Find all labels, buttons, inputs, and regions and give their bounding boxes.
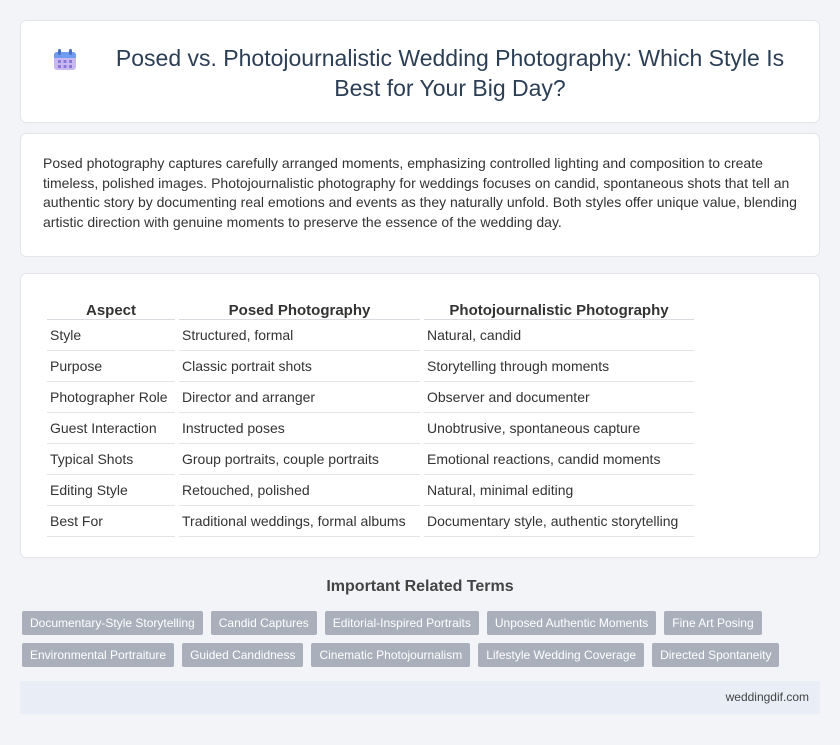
title-card: Posed vs. Photojournalistic Wedding Phot… — [20, 20, 820, 123]
cell-aspect: Style — [47, 320, 175, 351]
cell-posed: Classic portrait shots — [179, 351, 420, 382]
cell-aspect: Guest Interaction — [47, 413, 175, 444]
intro-card: Posed photography captures carefully arr… — [20, 133, 820, 257]
tag-row: Environmental Portraiture Guided Candidn… — [22, 643, 812, 667]
cell-posed: Structured, formal — [179, 320, 420, 351]
cell-posed: Director and arranger — [179, 382, 420, 413]
intro-paragraph: Posed photography captures carefully arr… — [43, 155, 797, 230]
header-photojournalistic: Photojournalistic Photography — [424, 296, 694, 320]
cell-posed: Instructed poses — [179, 413, 420, 444]
comparison-table: Aspect Posed Photography Photojournalist… — [43, 296, 698, 537]
cell-aspect: Purpose — [47, 351, 175, 382]
tag-environmental-portraiture[interactable]: Environmental Portraiture — [22, 643, 175, 667]
cell-posed: Retouched, polished — [179, 475, 420, 506]
tag-guided-candidness[interactable]: Guided Candidness — [182, 643, 304, 667]
table-row: Editing Style Retouched, polished Natura… — [47, 475, 694, 506]
tag-lifestyle-wedding-coverage[interactable]: Lifestyle Wedding Coverage — [478, 643, 645, 667]
header-aspect: Aspect — [47, 296, 175, 320]
comparison-card: Aspect Posed Photography Photojournalist… — [20, 273, 820, 558]
cell-photojournalistic: Storytelling through moments — [424, 351, 694, 382]
header-posed: Posed Photography — [179, 296, 420, 320]
table-row: Photographer Role Director and arranger … — [47, 382, 694, 413]
table-row: Typical Shots Group portraits, couple po… — [47, 444, 694, 475]
related-terms-tags: Documentary-Style Storytelling Candid Ca… — [22, 611, 812, 675]
related-terms-heading: Important Related Terms — [326, 578, 514, 595]
cell-aspect: Editing Style — [47, 475, 175, 506]
cell-photojournalistic: Natural, minimal editing — [424, 475, 694, 506]
tag-unposed-authentic-moments[interactable]: Unposed Authentic Moments — [486, 611, 657, 635]
footer-site-name[interactable]: weddingdif.com — [726, 690, 809, 704]
cell-photojournalistic: Observer and documenter — [424, 382, 694, 413]
footer: weddingdif.com — [20, 681, 820, 714]
table-row: Purpose Classic portrait shots Storytell… — [47, 351, 694, 382]
table-row: Guest Interaction Instructed poses Unobt… — [47, 413, 694, 444]
cell-posed: Group portraits, couple portraits — [179, 444, 420, 475]
page-title: Posed vs. Photojournalistic Wedding Phot… — [115, 45, 785, 101]
table-row: Style Structured, formal Natural, candid — [47, 320, 694, 351]
tag-editorial-inspired-portraits[interactable]: Editorial-Inspired Portraits — [324, 611, 479, 635]
tag-fine-art-posing[interactable]: Fine Art Posing — [664, 611, 762, 635]
tag-documentary-style-storytelling[interactable]: Documentary-Style Storytelling — [22, 611, 203, 635]
table-header-row: Aspect Posed Photography Photojournalist… — [47, 296, 694, 320]
cell-photojournalistic: Unobtrusive, spontaneous capture — [424, 413, 694, 444]
cell-aspect: Typical Shots — [47, 444, 175, 475]
tag-candid-captures[interactable]: Candid Captures — [210, 611, 317, 635]
tag-directed-spontaneity[interactable]: Directed Spontaneity — [652, 643, 780, 667]
table-row: Best For Traditional weddings, formal al… — [47, 506, 694, 537]
tag-row: Documentary-Style Storytelling Candid Ca… — [22, 611, 812, 635]
cell-aspect: Photographer Role — [47, 382, 175, 413]
cell-aspect: Best For — [47, 506, 175, 537]
cell-photojournalistic: Emotional reactions, candid moments — [424, 444, 694, 475]
cell-photojournalistic: Documentary style, authentic storytellin… — [424, 506, 694, 537]
tag-cinematic-photojournalism[interactable]: Cinematic Photojournalism — [311, 643, 471, 667]
cell-posed: Traditional weddings, formal albums — [179, 506, 420, 537]
cell-photojournalistic: Natural, candid — [424, 320, 694, 351]
